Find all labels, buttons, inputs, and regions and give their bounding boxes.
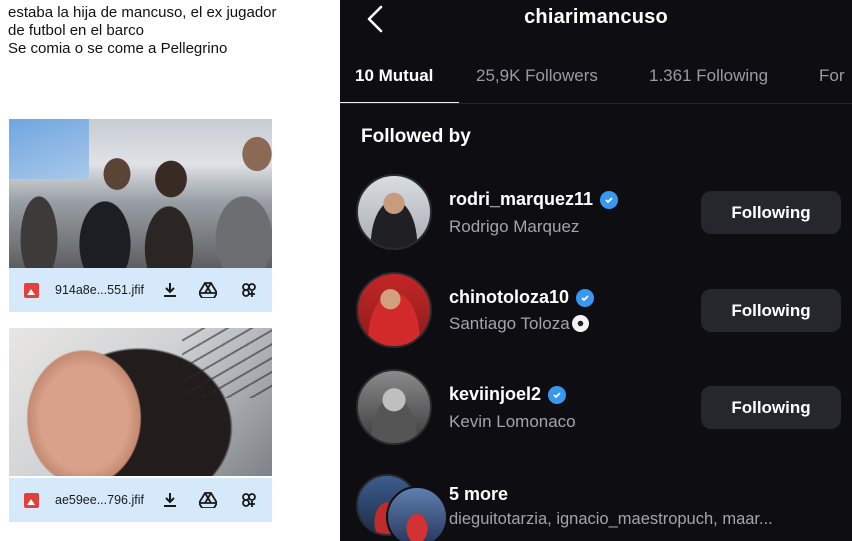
share-icon[interactable] (238, 489, 260, 511)
following-button[interactable]: Following (701, 386, 841, 429)
more-count[interactable]: 5 more (449, 484, 508, 505)
following-button[interactable]: Following (701, 289, 841, 332)
image-file-icon (24, 492, 39, 508)
file-name[interactable]: ae59ee...796.jfif (55, 493, 144, 507)
follower-name: Rodrigo Marquez (449, 217, 580, 236)
handle-line: rodri_marquez11 (449, 189, 619, 210)
avatar[interactable] (356, 272, 432, 348)
chat-panel: estaba la hija de mancuso, el ex jugador… (0, 0, 340, 541)
image-file-icon (24, 282, 39, 298)
follower-handle[interactable]: chinotoloza10 (449, 287, 569, 308)
photo-sky (9, 119, 89, 179)
attachment-bar: 914a8e...551.jfif (9, 268, 272, 312)
following-button[interactable]: Following (701, 191, 841, 234)
handle-line: keviinjoel2 (449, 384, 567, 405)
verified-badge-icon (600, 190, 619, 209)
attached-photo[interactable] (9, 328, 272, 476)
follower-handle[interactable]: rodri_marquez11 (449, 189, 593, 210)
photo-background (182, 328, 272, 398)
verified-badge-icon (548, 385, 567, 404)
soccer-ball-icon (571, 315, 589, 332)
message-line: estaba la hija de mancuso, el ex jugador (8, 4, 277, 21)
stacked-avatar (386, 486, 448, 541)
message-line: Se comia o se come a Pellegrino (8, 40, 228, 57)
profile-username: chiarimancuso (524, 6, 668, 28)
drive-icon[interactable] (197, 279, 219, 301)
tab-bar: 10 Mutual 25,9K Followers 1.361 Followin… (340, 52, 852, 104)
tab-following[interactable]: 1.361 Following (649, 66, 768, 86)
section-title: Followed by (361, 126, 471, 147)
follower-row[interactable]: keviinjoel2 Kevin Lomonaco Following (340, 367, 852, 447)
download-icon[interactable] (159, 489, 181, 511)
verified-badge-icon (576, 288, 595, 307)
follower-handle[interactable]: keviinjoel2 (449, 384, 541, 405)
tab-followers[interactable]: 25,9K Followers (476, 66, 598, 86)
download-icon[interactable] (159, 279, 181, 301)
message-line: de futbol en el barco (8, 22, 144, 39)
handle-line: chinotoloza10 (449, 287, 595, 308)
instagram-mutual-panel: chiarimancuso 10 Mutual 25,9K Followers … (340, 0, 852, 541)
follower-row[interactable]: chinotoloza10 Santiago Toloza Following (340, 270, 852, 350)
tab-for[interactable]: For (819, 66, 845, 86)
more-names: dieguitotarzia, ignacio_maestropuch, maa… (449, 510, 773, 528)
drive-icon[interactable] (197, 489, 219, 511)
attachment-bar: ae59ee...796.jfif (9, 478, 272, 522)
follower-row[interactable]: rodri_marquez11 Rodrigo Marquez Followin… (340, 172, 852, 252)
tab-divider (340, 103, 852, 104)
follower-name-text: Santiago Toloza (449, 314, 570, 333)
tab-mutual[interactable]: 10 Mutual (355, 66, 433, 86)
share-icon[interactable] (238, 279, 260, 301)
file-name[interactable]: 914a8e...551.jfif (55, 283, 144, 297)
message-text: estaba la hija de mancuso, el ex jugador… (8, 4, 328, 58)
avatar[interactable] (356, 174, 432, 250)
attached-photo[interactable] (9, 119, 272, 268)
avatar[interactable] (356, 369, 432, 445)
follower-name: Santiago Toloza (449, 314, 589, 334)
follower-name: Kevin Lomonaco (449, 412, 576, 431)
